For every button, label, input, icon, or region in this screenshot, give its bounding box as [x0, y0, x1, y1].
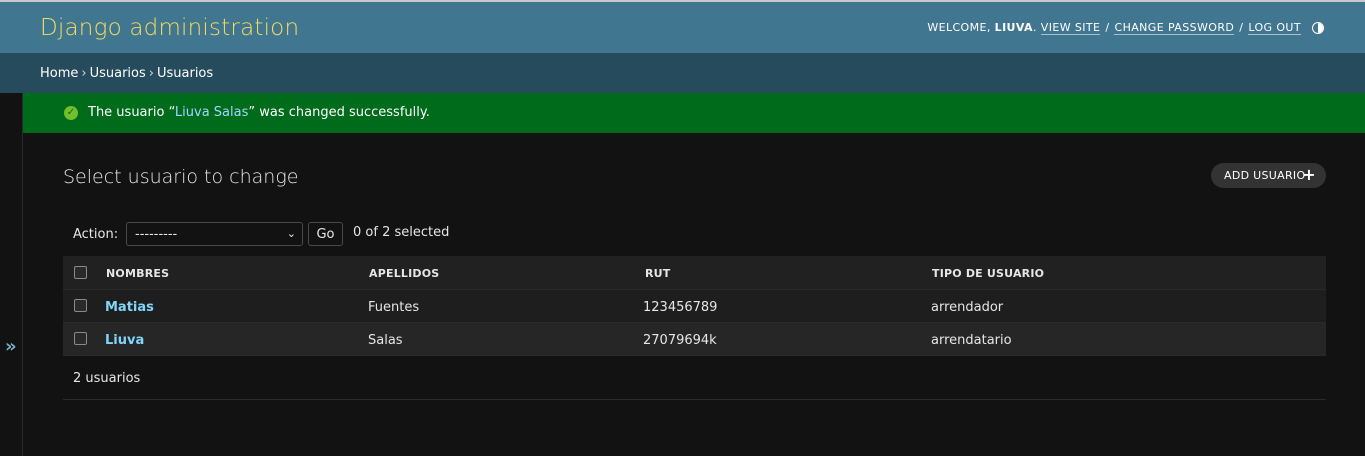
sidebar-collapsed: »	[0, 93, 23, 456]
success-message: ✓ The usuario “Liuva Salas” was changed …	[23, 93, 1365, 133]
row-tipo: arrendador	[931, 300, 1004, 315]
action-label: Action:	[73, 227, 119, 242]
page-title: Select usuario to change	[63, 166, 299, 188]
table-header-row: NOMBRES APELLIDOS RUT TIPO DE USUARIO	[63, 256, 1326, 290]
column-header-rut[interactable]: RUT	[645, 267, 671, 280]
theme-toggle-icon[interactable]	[1312, 22, 1324, 34]
column-header-nombres[interactable]: NOMBRES	[106, 267, 169, 280]
results-table: NOMBRES APELLIDOS RUT TIPO DE USUARIO Ma…	[63, 256, 1326, 356]
select-all-checkbox[interactable]	[74, 266, 87, 279]
row-nombres-link[interactable]: Matias	[105, 300, 154, 315]
actions-bar: Action: --------- ⌄ Go 0 of 2 selected	[63, 212, 1326, 256]
change-password-link[interactable]: CHANGE PASSWORD	[1114, 21, 1235, 35]
user-tools: WELCOME, LIUVA. VIEW SITE / CHANGE PASSWOR…	[927, 21, 1301, 35]
action-selected-option: ---------	[135, 227, 178, 242]
header: Django administration WELCOME, LIUVA. VI…	[0, 0, 1365, 53]
row-apellidos: Fuentes	[368, 300, 420, 315]
table-row: Liuva Salas 27079694k arrendatario	[63, 323, 1326, 356]
breadcrumb: Home › Usuarios › Usuarios	[0, 53, 1365, 93]
row-rut: 27079694k	[643, 333, 717, 348]
check-circle-icon: ✓	[64, 106, 78, 120]
nav-toggle-icon[interactable]: »	[5, 336, 17, 357]
go-button[interactable]: Go	[308, 222, 343, 246]
row-apellidos: Salas	[368, 333, 403, 348]
column-header-tipo[interactable]: TIPO DE USUARIO	[932, 267, 1044, 280]
message-suffix: ” was changed successfully.	[248, 105, 430, 120]
breadcrumb-current: Usuarios	[156, 66, 214, 81]
plus-icon: +	[1302, 165, 1316, 184]
row-rut: 123456789	[643, 300, 718, 315]
username: LIUVA	[994, 21, 1033, 34]
breadcrumb-app[interactable]: Usuarios	[90, 66, 146, 81]
message-prefix: The usuario “	[88, 105, 175, 120]
breadcrumb-home[interactable]: Home	[40, 66, 78, 81]
add-usuario-button[interactable]: ADD USUARIO +	[1211, 163, 1326, 188]
selected-count: 0 of 2 selected	[353, 225, 450, 240]
site-name[interactable]: Django administration	[40, 15, 299, 41]
row-nombres-link[interactable]: Liuva	[105, 333, 144, 348]
table-row: Matias Fuentes 123456789 arrendador	[63, 290, 1326, 323]
row-checkbox[interactable]	[74, 332, 87, 345]
row-checkbox[interactable]	[74, 299, 87, 312]
welcome-text: WELCOME,	[927, 21, 991, 34]
log-out-link[interactable]: LOG OUT	[1248, 21, 1301, 35]
add-usuario-label: ADD USUARIO	[1224, 169, 1306, 182]
message-object-link[interactable]: Liuva Salas	[175, 105, 248, 120]
row-tipo: arrendatario	[931, 333, 1012, 348]
column-header-apellidos[interactable]: APELLIDOS	[369, 267, 439, 280]
paginator: 2 usuarios	[63, 357, 1326, 400]
chevron-down-icon: ⌄	[286, 227, 296, 240]
view-site-link[interactable]: VIEW SITE	[1040, 21, 1101, 35]
action-select[interactable]: --------- ⌄	[126, 222, 303, 246]
